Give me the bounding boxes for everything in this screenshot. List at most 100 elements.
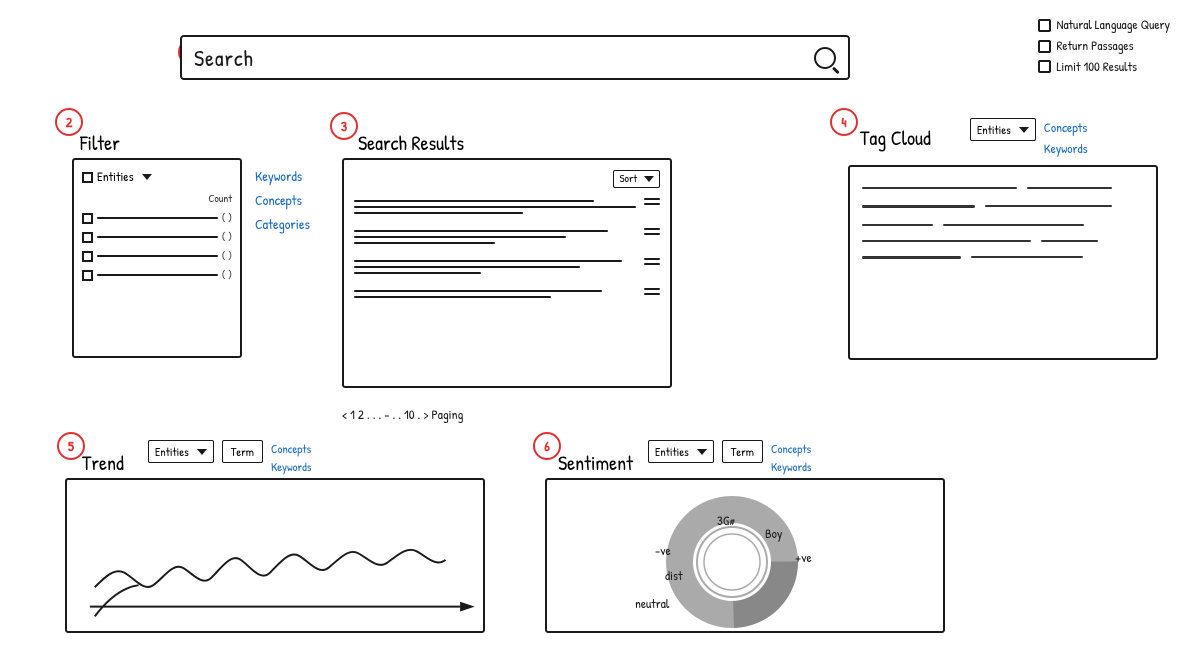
result-lines-4 [354,286,636,302]
results-title: Search Results [358,130,464,157]
search-input[interactable]: Search [194,43,814,73]
trend-dropdown-label: Entities [155,443,189,460]
tc-row-2 [862,205,1144,208]
search-section: Search [180,35,850,80]
sentiment-links: Concepts Keywords [771,440,811,476]
sentiment-term-button[interactable]: Term [722,440,763,463]
nlq-option[interactable]: Natural Language Query [1038,15,1170,36]
tagcloud-arrow[interactable] [1019,127,1029,133]
section2-label: 2 [55,108,83,136]
sentiment-controls: Entities Term Concepts Keywords [648,440,811,476]
filter-entities-checkbox[interactable] [82,172,93,183]
trend-term-button[interactable]: Term [222,440,263,463]
limit-checkbox[interactable] [1038,60,1051,73]
tc-row-4 [862,240,1144,242]
sentiment-label-dist: dist [665,567,683,585]
trend-link-keywords[interactable]: Keywords [271,458,311,476]
limit-option[interactable]: Limit 100 Results [1038,57,1170,78]
result-icon-3 [644,256,660,265]
result-item-1[interactable] [354,196,660,218]
results-box: Sort [342,158,672,388]
section3-label: 3 [330,112,358,140]
trend-link-concepts[interactable]: Concepts [271,440,311,458]
filter-row1-count: ( ) [222,211,232,225]
results-sort-row: Sort [354,170,660,188]
result-icon-1 [644,196,660,205]
result-icon-2 [644,226,660,235]
filter-link-categories[interactable]: Categories [255,213,310,237]
sentiment-label-negative: -ve [655,542,671,560]
tc-row-5 [862,256,1144,259]
result-item-4[interactable] [354,286,660,302]
filter-row3-checkbox[interactable] [82,251,93,262]
sentiment-label-3g: 3G# [717,512,735,530]
nlq-checkbox[interactable] [1038,19,1051,32]
filter-row-3: ( ) [82,249,232,263]
section6-label: 6 [533,432,561,460]
sort-dropdown[interactable]: Sort [613,170,660,188]
sort-arrow[interactable] [644,176,654,182]
trend-chart-svg [67,480,483,631]
limit-label: Limit 100 Results [1057,57,1138,78]
passages-checkbox[interactable] [1038,40,1051,53]
filter-row2-checkbox[interactable] [82,232,93,243]
sentiment-chart-box: -ve 3G# Boy +ve dist neutral [545,478,945,633]
tagcloud-controls: Entities Concepts Keywords [970,118,1088,160]
filter-links: Keywords Concepts Categories [255,165,310,236]
section5-label: 5 [57,432,85,460]
result-icon-4 [644,286,660,295]
trend-chart-box [65,478,485,633]
filter-row4-checkbox[interactable] [82,270,93,281]
search-icon[interactable] [814,47,836,69]
tagcloud-link-concepts[interactable]: Concepts [1044,118,1088,139]
filter-row4-count: ( ) [222,268,232,282]
sentiment-link-concepts[interactable]: Concepts [771,440,811,458]
filter-row3-count: ( ) [222,249,232,263]
sentiment-dropdown[interactable]: Entities [648,440,714,463]
sentiment-arrow[interactable] [697,449,707,455]
top-right-options: Natural Language Query Return Passages L… [1038,15,1170,77]
sentiment-dropdown-label: Entities [655,443,689,460]
sentiment-chart-svg: -ve 3G# Boy +ve dist neutral [547,480,947,635]
tc-row-1 [862,187,1144,189]
passages-option[interactable]: Return Passages [1038,36,1170,57]
filter-row-4: ( ) [82,268,232,282]
pagination[interactable]: < 1 2 . . . - . . 10 . > Paging [342,406,463,424]
tagcloud-dropdown-label: Entities [977,121,1011,138]
filter-entities-label: Entities [97,168,134,186]
section4-label: 4 [830,108,858,136]
filter-link-keywords[interactable]: Keywords [255,165,310,189]
filter-box: Entities Count ( ) ( ) ( ) ( ) [72,158,242,358]
filter-link-concepts[interactable]: Concepts [255,189,310,213]
filter-dropdown-arrow[interactable] [142,174,152,180]
result-item-2[interactable] [354,226,660,248]
tagcloud-link-keywords[interactable]: Keywords [1044,139,1088,160]
result-item-3[interactable] [354,256,660,278]
tagcloud-title: Tag Cloud [860,125,931,152]
filter-row-2: ( ) [82,230,232,244]
trend-controls: Entities Term Concepts Keywords [148,440,311,476]
search-bar[interactable]: Search [180,35,850,80]
filter-count-header: Count [82,192,232,206]
filter-title: Filter [80,130,120,157]
trend-links: Concepts Keywords [271,440,311,476]
filter-row1-checkbox[interactable] [82,213,93,224]
sentiment-label-neutral: neutral [635,595,670,613]
sentiment-link-keywords[interactable]: Keywords [771,458,811,476]
sort-label: Sort [619,172,637,186]
tagcloud-links: Concepts Keywords [1044,118,1088,160]
tc-row-3 [862,224,1144,226]
tagcloud-dropdown[interactable]: Entities [970,118,1036,141]
filter-row2-count: ( ) [222,230,232,244]
trend-dropdown[interactable]: Entities [148,440,214,463]
tagcloud-box [848,165,1158,360]
filter-header[interactable]: Entities [82,168,232,186]
sentiment-title: Sentiment [558,450,633,477]
nlq-label: Natural Language Query [1057,15,1170,36]
result-lines-2 [354,226,636,248]
trend-title: Trend [82,450,124,477]
sentiment-label-positive: +ve [795,549,812,567]
sentiment-label-boy: Boy [765,525,783,543]
trend-arrow[interactable] [197,449,207,455]
passages-label: Return Passages [1057,36,1134,57]
